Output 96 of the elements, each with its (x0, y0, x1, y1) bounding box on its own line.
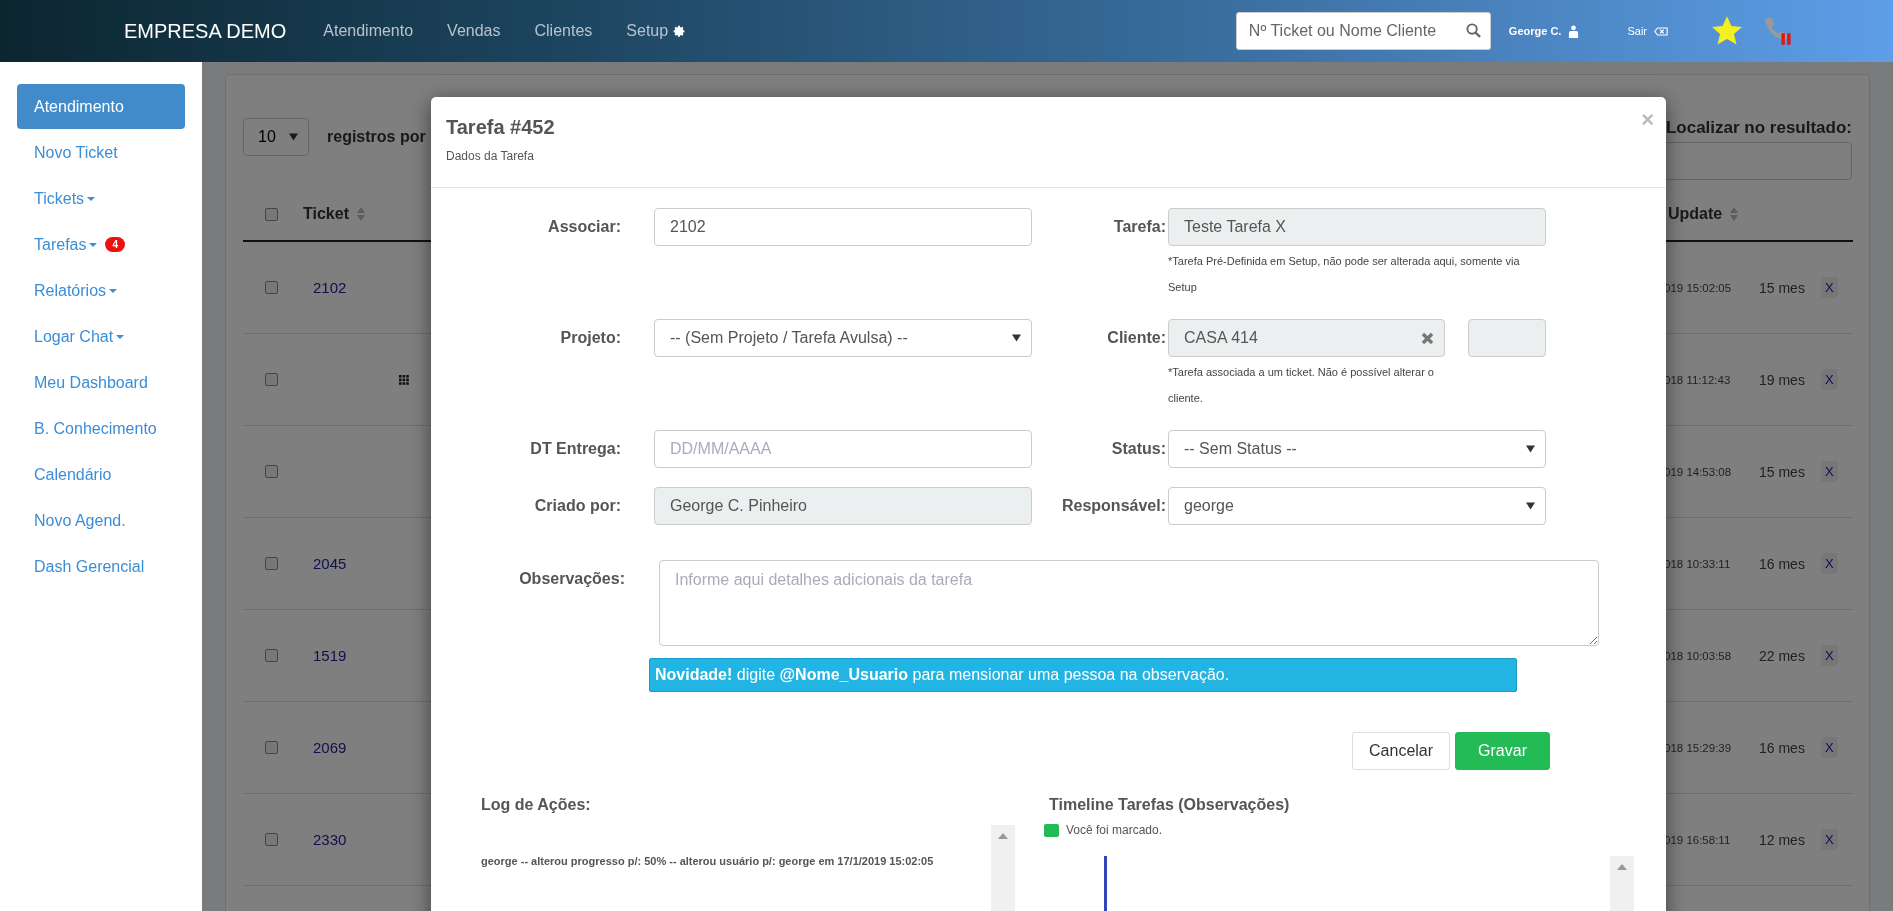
field-label: Criado por: (533, 496, 622, 516)
sidebar-item[interactable]: Calendário (17, 452, 185, 497)
grid-icon[interactable] (399, 374, 409, 385)
checkbox[interactable] (264, 281, 278, 294)
section-title: Timeline Tarefas (Observações) (1049, 796, 1291, 814)
logout-icon (1654, 26, 1668, 36)
sidebar-item[interactable]: B. Conhecimento (17, 406, 185, 451)
settings-icon (673, 24, 687, 38)
input-field[interactable]: 2102 (654, 208, 1032, 246)
remove-button[interactable]: X (1821, 645, 1838, 666)
select-field[interactable]: -- (Sem Projeto / Tarefa Avulsa) -- (654, 319, 1032, 357)
checkbox[interactable] (264, 465, 278, 478)
sidebar-item[interactable]: Atendimento (17, 84, 185, 129)
length-label: registros por (327, 128, 426, 146)
table-cell-text: 12 mes (1759, 831, 1806, 848)
info-banner: Novidade! digite @Nome_Usuario para mensionar uma pessoa na observação. (649, 658, 1517, 692)
sort-icon (356, 207, 365, 221)
table-cell-text: 15 mes (1759, 463, 1806, 480)
hint-text: *Tarefa associada a um ticket. Não é possível alterar o cliente. (1168, 365, 1435, 406)
readonly-field: CASA 414 (1168, 319, 1445, 357)
caret-icon (1012, 334, 1021, 342)
select-field[interactable]: -- Sem Status -- (1168, 430, 1546, 468)
field-label: Tarefa: (1112, 217, 1167, 237)
table-cell-text: 16 mes (1759, 739, 1806, 756)
ticket-link[interactable]: 2102 (299, 279, 347, 296)
sidebar-item[interactable]: Tickets (17, 176, 185, 221)
nav-link[interactable]: Setup (609, 22, 704, 40)
sidebar-item[interactable]: Novo Agend. (17, 498, 185, 543)
search-icon (1465, 23, 1481, 38)
page-length-select[interactable]: 10 (243, 118, 309, 156)
select-field[interactable]: george (1168, 487, 1546, 525)
notes-field[interactable]: Informe aqui detalhes adicionais da tarefa (659, 560, 1599, 646)
checkbox[interactable] (264, 833, 278, 846)
checkbox[interactable] (264, 649, 278, 662)
checkbox[interactable] (264, 373, 278, 386)
remove-button[interactable]: X (1821, 553, 1838, 574)
column-header[interactable]: Update (1664, 205, 1759, 223)
checkbox[interactable] (264, 557, 278, 570)
field-label: Observações: (518, 569, 626, 589)
brand-name[interactable]: EMPRESA DEMO (124, 19, 287, 43)
remove-button[interactable]: X (1821, 829, 1838, 850)
sidebar-item[interactable]: Relatórios (17, 268, 185, 313)
table-cell-text: 22 mes (1759, 647, 1806, 664)
hint-text: *Tarefa Pré-Definida em Setup, não pode ser alterada aqui, somente via Setup (1168, 254, 1521, 295)
caret-icon (289, 133, 298, 141)
dialog-title: Tarefa #452 (446, 116, 555, 139)
field-label: Associar: (547, 217, 622, 237)
field-label: DT Entrega: (529, 439, 622, 459)
table-cell-text: 16 mes (1759, 555, 1806, 572)
phone-icon[interactable] (1762, 15, 1794, 47)
dialog-subtitle: Dados da Tarefa (446, 149, 534, 163)
user-link[interactable]: George C. (1508, 25, 1562, 37)
remove-button[interactable]: X (1821, 461, 1838, 482)
nav-link[interactable]: Vendas (430, 22, 518, 40)
sidebar-item[interactable]: Logar Chat (17, 314, 185, 359)
sidebar-item[interactable]: Dash Gerencial (17, 544, 185, 589)
checkbox[interactable] (264, 207, 278, 221)
log-entry: george -- alterou progresso p/: 50% -- alterou usuário p/: george em 17/1/2019 15:02:05 (481, 855, 935, 867)
caret-icon (1526, 445, 1535, 453)
count-badge: 4 (105, 237, 126, 252)
sidebar-item[interactable]: Novo Ticket (17, 130, 185, 175)
readonly-field: Teste Tarefa X (1168, 208, 1546, 246)
scroll-up-icon[interactable] (1617, 864, 1627, 870)
remove-button[interactable]: X (1821, 369, 1838, 390)
sort-icon (1730, 207, 1739, 221)
caret-icon (1526, 502, 1535, 510)
section-title: Log de Ações: (481, 796, 592, 814)
remove-button[interactable]: X (1821, 737, 1838, 758)
search-label: Localizar no resultado: (1665, 118, 1852, 138)
search-field[interactable]: Nº Ticket ou Nome Cliente (1235, 12, 1491, 50)
input-field[interactable]: DD/MM/AAAA (654, 430, 1032, 468)
ticket-link[interactable]: 1519 (299, 647, 347, 664)
nav-link[interactable]: Atendimento (306, 22, 431, 40)
save-button[interactable]: Gravar (1455, 732, 1550, 770)
legend-label: Você foi marcado. (1066, 823, 1163, 837)
clear-icon[interactable] (1421, 331, 1434, 345)
remove-button[interactable]: X (1821, 277, 1838, 298)
checkbox[interactable] (264, 741, 278, 754)
logout-link[interactable]: Sair (1627, 25, 1647, 37)
sidebar-item[interactable]: Tarefas 4 (17, 222, 185, 267)
field-label: Status: (1110, 439, 1167, 459)
field-label: Cliente: (1106, 328, 1167, 348)
column-header[interactable]: Ticket (299, 205, 399, 223)
ticket-link[interactable]: 2045 (299, 555, 347, 572)
cancel-button[interactable]: Cancelar (1352, 732, 1451, 770)
table-cell-text: 19 mes (1759, 371, 1806, 388)
field-label: Projeto: (559, 328, 622, 348)
field-label: Responsável: (1060, 496, 1167, 516)
nav-link[interactable]: Clientes (517, 22, 610, 40)
sidebar-item[interactable]: Meu Dashboard (17, 360, 185, 405)
user-icon (1568, 24, 1580, 38)
table-cell-text: 15 mes (1759, 279, 1806, 296)
ticket-link[interactable]: 2069 (299, 739, 347, 756)
scroll-up-icon[interactable] (998, 833, 1008, 839)
readonly-field: George C. Pinheiro (654, 487, 1032, 525)
ticket-link[interactable]: 2330 (299, 831, 347, 848)
